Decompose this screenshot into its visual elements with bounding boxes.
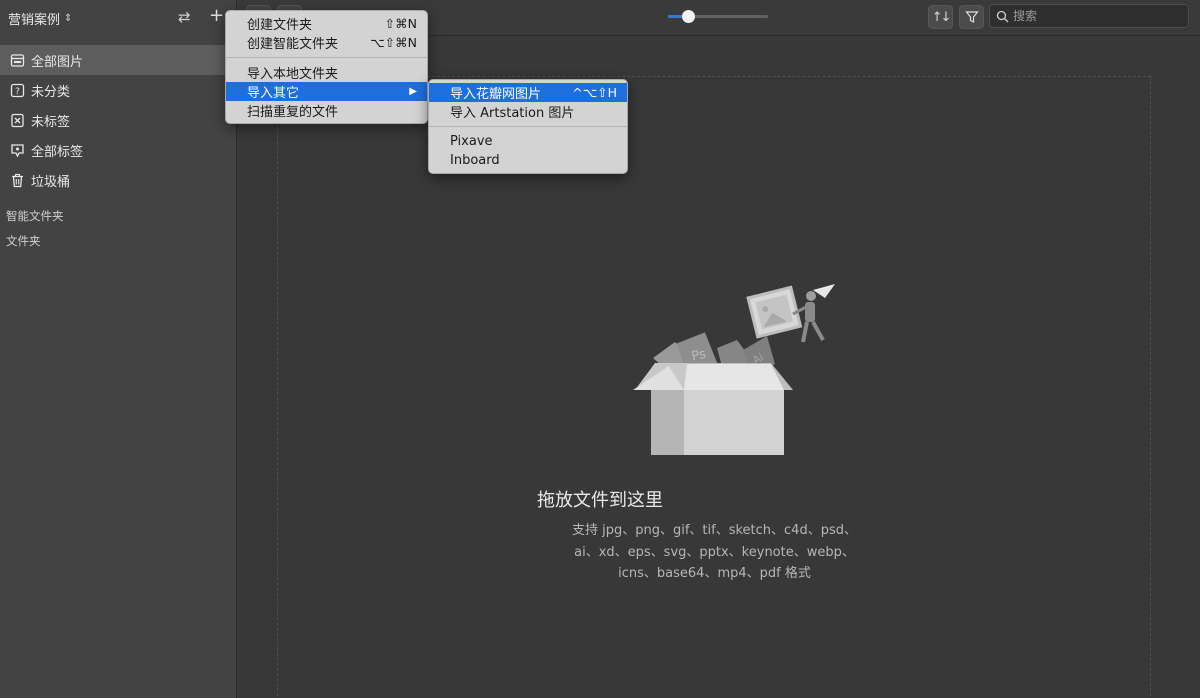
untagged-icon <box>9 112 25 128</box>
zoom-slider-knob[interactable] <box>682 10 695 23</box>
menu-item-label: Pixave <box>450 134 493 149</box>
sidebar-item-label: 垃圾桶 <box>31 174 71 190</box>
library-switcher[interactable]: 营销案例 ⇕ <box>8 9 72 28</box>
sidebar-item-all-images[interactable]: 全部图片 <box>0 45 237 75</box>
menu-item-shortcut: ⌥⇧⌘N <box>370 35 417 50</box>
sidebar-item-label: 全部图片 <box>31 54 84 70</box>
menu-item-label: 导入 Artstation 图片 <box>450 106 575 121</box>
sidebar-item-untagged[interactable]: 未标签 <box>0 105 237 135</box>
sidebar-item-all-tags[interactable]: 全部标签 <box>0 135 237 165</box>
library-name: 营销案例 <box>8 12 61 28</box>
menu-item-label: 导入花瓣网图片 <box>450 87 542 102</box>
search-input[interactable] <box>1013 9 1183 23</box>
search-box[interactable] <box>989 4 1189 28</box>
sidebar-item-uncategorized[interactable]: ? 未分类 <box>0 75 237 105</box>
supported-formats-line-3: icns、base64、mp4、pdf 格式 <box>618 566 811 581</box>
drop-title: 拖放文件到这里 <box>537 490 663 511</box>
swap-icon[interactable]: ⇄ <box>178 8 191 26</box>
menu-item-shortcut: ⇧⌘N <box>384 16 417 31</box>
trash-icon <box>9 172 25 188</box>
menu-separator <box>226 57 427 58</box>
all-images-icon <box>9 52 25 68</box>
menu-item-import-local-folder[interactable]: 导入本地文件夹 <box>226 63 427 82</box>
submenu-item-inboard[interactable]: Inboard <box>429 151 627 170</box>
filter-button[interactable] <box>959 5 984 29</box>
filter-icon <box>964 11 979 23</box>
supported-formats-line-1: 支持 jpg、png、gif、tif、sketch、c4d、psd、 <box>572 523 857 538</box>
add-icon[interactable]: + <box>209 5 224 26</box>
menu-item-label: 扫描重复的文件 <box>247 105 339 120</box>
sidebar-header: 营销案例 ⇕ ⇄ + <box>0 0 236 36</box>
uncategorized-icon: ? <box>9 82 25 98</box>
all-tags-icon <box>9 142 25 158</box>
import-other-submenu: 导入花瓣网图片 ^⌥⇧H 导入 Artstation 图片 Pixave Inb… <box>428 79 628 174</box>
folders-heading[interactable]: 文件夹 <box>6 233 41 249</box>
menu-item-create-folder[interactable]: 创建文件夹 ⇧⌘N <box>226 14 427 33</box>
sidebar-item-trash[interactable]: 垃圾桶 <box>0 165 237 195</box>
supported-formats-line-2: ai、xd、eps、svg、pptx、keynote、webp、 <box>574 545 855 560</box>
menu-item-scan-duplicates[interactable]: 扫描重复的文件 <box>226 101 427 120</box>
menu-item-label: 创建文件夹 <box>247 18 313 33</box>
svg-text:?: ? <box>15 87 20 97</box>
submenu-arrow-icon: ▶ <box>409 86 417 97</box>
empty-box-illustration: Ps Ai <box>633 284 835 455</box>
menu-item-label: 导入其它 <box>247 86 300 101</box>
submenu-item-import-artstation[interactable]: 导入 Artstation 图片 <box>429 102 627 121</box>
chevron-updown-icon: ⇕ <box>64 12 73 24</box>
menu-item-create-smart-folder[interactable]: 创建智能文件夹 ⌥⇧⌘N <box>226 33 427 52</box>
menu-separator <box>429 126 627 127</box>
add-menu: 创建文件夹 ⇧⌘N 创建智能文件夹 ⌥⇧⌘N 导入本地文件夹 导入其它 ▶ 扫描… <box>225 10 428 124</box>
sidebar-item-label: 未分类 <box>31 84 71 100</box>
sidebar-item-label: 全部标签 <box>31 144 84 160</box>
menu-item-label: Inboard <box>450 153 500 168</box>
sidebar: 营销案例 ⇕ ⇄ + 全部图片 ? 未分类 未标签 全部标签 垃圾桶 智能文件夹 <box>0 0 237 698</box>
menu-item-shortcut: ^⌥⇧H <box>572 85 617 100</box>
menu-item-label: 导入本地文件夹 <box>247 67 339 82</box>
search-icon <box>996 10 1009 22</box>
menu-item-label: 创建智能文件夹 <box>247 37 339 52</box>
zoom-slider[interactable] <box>668 10 768 23</box>
sort-button[interactable]: ↑↓ <box>928 5 953 29</box>
menu-item-import-other[interactable]: 导入其它 ▶ <box>226 82 427 101</box>
sort-icon: ↑↓ <box>931 9 952 25</box>
submenu-item-pixave[interactable]: Pixave <box>429 132 627 151</box>
submenu-item-import-huaban[interactable]: 导入花瓣网图片 ^⌥⇧H <box>429 83 627 102</box>
smart-folders-heading[interactable]: 智能文件夹 <box>6 208 64 224</box>
sidebar-item-label: 未标签 <box>31 114 71 130</box>
